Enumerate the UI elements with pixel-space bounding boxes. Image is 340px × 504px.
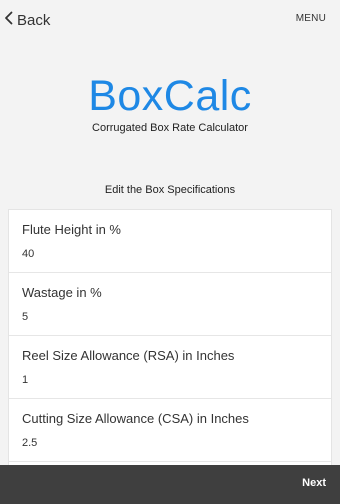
next-button[interactable]: Next — [302, 477, 326, 489]
specifications-form: Flute Height in % 40 Wastage in % 5 Reel… — [8, 209, 332, 466]
section-title: Edit the Box Specifications — [104, 184, 236, 196]
bottom-bar: Next — [0, 465, 340, 504]
menu-button[interactable]: MENU — [296, 13, 326, 24]
field-label: Flute Height in % — [22, 222, 121, 237]
chevron-left-icon — [4, 11, 17, 29]
field-cutting-size-allowance[interactable]: Cutting Size Allowance (CSA) in Inches 2… — [9, 399, 331, 462]
field-value[interactable]: 5 — [22, 311, 28, 323]
field-label: Cutting Size Allowance (CSA) in Inches — [22, 411, 249, 426]
field-reel-size-allowance[interactable]: Reel Size Allowance (RSA) in Inches 1 — [9, 336, 331, 399]
app-tagline: Corrugated Box Rate Calculator — [92, 122, 248, 134]
field-value[interactable]: 40 — [22, 248, 34, 260]
back-label: Back — [17, 11, 51, 29]
field-value[interactable]: 2.5 — [22, 437, 37, 449]
field-flute-height[interactable]: Flute Height in % 40 — [9, 210, 331, 273]
top-bar: Back MENU — [0, 0, 340, 40]
field-label: Reel Size Allowance (RSA) in Inches — [22, 348, 235, 363]
field-label: Wastage in % — [22, 285, 102, 300]
field-wastage[interactable]: Wastage in % 5 — [9, 273, 331, 336]
app-logo: BoxCalc — [88, 72, 252, 120]
field-value[interactable]: 1 — [22, 374, 28, 386]
back-button[interactable]: Back — [4, 10, 50, 30]
